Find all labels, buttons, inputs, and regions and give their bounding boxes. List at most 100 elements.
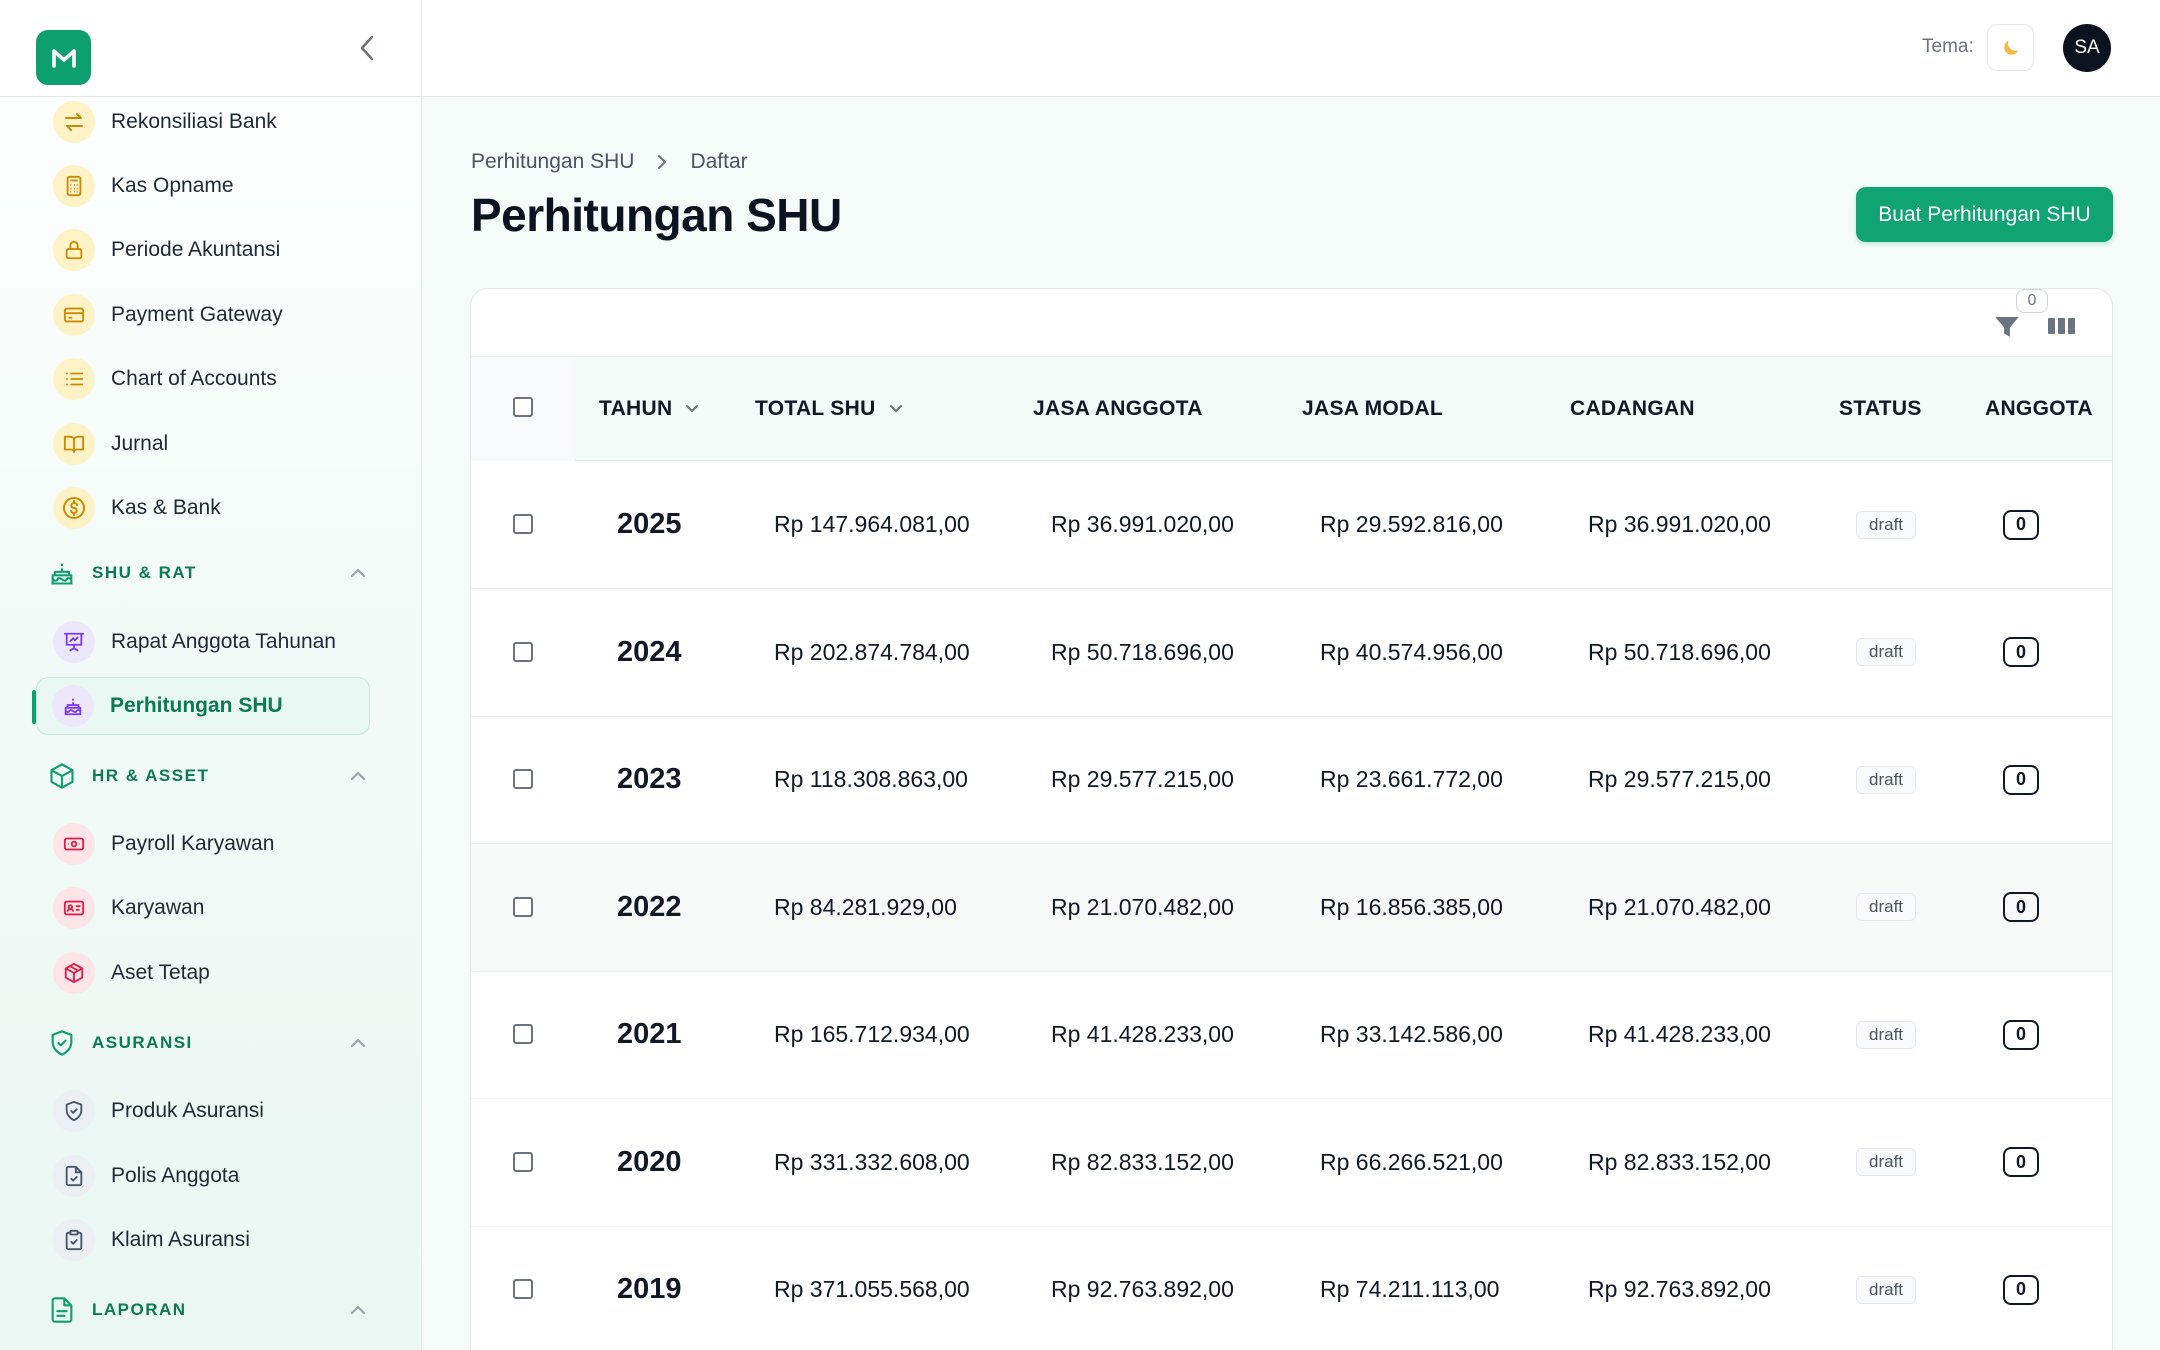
member-count-badge[interactable]: 0 [2003,1019,2039,1050]
sidebar-section-asuransi[interactable]: ASURANSI [48,1023,368,1063]
sidebar-item-kas-bank[interactable]: Kas & Bank [36,479,370,537]
member-count-badge[interactable]: 0 [2003,764,2039,795]
cell-jasa-anggota: Rp 36.991.020,00 [1051,511,1234,537]
breadcrumb-parent-link[interactable]: Perhitungan SHU [471,150,634,174]
cell-total-shu: Rp 165.712.934,00 [774,1021,970,1047]
cell-total-shu: Rp 118.308.863,00 [774,766,968,792]
package-icon [53,952,95,994]
cell-tahun: 2024 [617,635,682,668]
sidebar-item-label: Perhitungan SHU [110,694,283,717]
topbar: Tema: SA [422,0,2160,97]
create-shu-button[interactable]: Buat Perhitungan SHU [1856,187,2113,242]
theme-toggle-button[interactable] [1987,24,2034,71]
cell-tahun: 2020 [617,1145,682,1178]
sidebar-item-karyawan[interactable]: Karyawan [36,879,370,937]
table-row[interactable]: 2022 Rp 84.281.929,00 Rp 21.070.482,00 Rp 1… [471,843,2112,972]
cell-anggota: 0 [2003,971,2039,1098]
member-count-badge[interactable]: 0 [2003,1147,2039,1177]
column-header-total-shu[interactable]: TOTAL SHU [755,357,904,461]
columns-icon [2048,318,2075,334]
chevron-up-icon [350,1038,366,1048]
avatar[interactable]: SA [2063,24,2111,72]
cake-icon [52,685,94,727]
breadcrumb: Perhitungan SHU Daftar [471,150,748,174]
chevron-up-icon [350,771,366,781]
sidebar-section-hr-asset[interactable]: HR & ASSET [48,756,368,796]
select-all-checkbox[interactable] [513,397,533,417]
table-row[interactable]: 2019 Rp 371.055.568,00 Rp 92.763.892,00 Rp … [471,1226,2112,1350]
member-count-badge[interactable]: 0 [2003,509,2039,540]
row-select-checkbox[interactable] [513,514,533,534]
page-title: Perhitungan SHU [471,189,842,241]
sidebar-item-polis-anggota[interactable]: Polis Anggota [36,1147,370,1205]
sidebar-item-kas-opname[interactable]: Kas Opname [36,157,370,215]
table-row[interactable]: 2020 Rp 331.332.608,00 Rp 82.833.152,00 Rp … [471,1099,2112,1227]
member-count-badge[interactable]: 0 [2003,892,2039,922]
sidebar-item-periode-akuntansi[interactable]: Periode Akuntansi [36,221,370,279]
box-icon [50,763,74,789]
row-select-checkbox[interactable] [513,896,533,917]
row-select-checkbox[interactable] [513,1279,533,1299]
table-row[interactable]: 2025 Rp 147.964.081,00 Rp 36.991.020,00 Rp … [471,461,2112,589]
table-row[interactable]: 2024 Rp 202.874.784,00 Rp 50.718.696,00 Rp … [471,589,2112,717]
row-select-checkbox[interactable] [513,1151,533,1172]
table-row[interactable]: 2023 Rp 118.308.863,00 Rp 29.577.215,00 Rp … [471,716,2112,844]
sidebar-item-perhitungan-shu[interactable]: Perhitungan SHU [36,677,370,735]
file-check-icon [53,1155,95,1197]
banknote-icon [53,823,95,865]
cell-jasa-anggota: Rp 29.577.215,00 [1051,766,1234,792]
cell-jasa-anggota: Rp 92.763.892,00 [1051,1276,1234,1302]
presentation-icon [53,621,95,663]
sidebar-item-klaim-asuransi[interactable]: Klaim Asuransi [36,1211,370,1269]
row-select-checkbox[interactable] [513,769,533,789]
filter-icon [1995,317,2019,337]
cell-cadangan: Rp 92.763.892,00 [1588,1276,1771,1302]
arrows-exchange-icon [53,101,95,143]
status-badge: draft [1856,1020,1917,1049]
chevron-up-icon [350,568,366,578]
lock-icon [53,229,95,271]
chevron-down-icon [684,401,700,417]
sidebar-item-payment-gateway[interactable]: Payment Gateway [36,286,370,344]
member-count-badge[interactable]: 0 [2003,637,2039,667]
app-logo[interactable] [36,30,91,85]
sidebar-item-label: Rapat Anggota Tahunan [111,630,336,653]
cell-anggota: 0 [2003,589,2039,716]
column-header-jasa-anggota: JASA ANGGOTA [1033,397,1203,420]
cell-cadangan: Rp 21.070.482,00 [1588,893,1771,920]
sidebar-section-shu-rat[interactable]: SHU & RAT [48,553,368,593]
filter-count-badge: 0 [2016,289,2048,313]
dollar-circle-icon [53,487,95,529]
sidebar-item-label: Payment Gateway [111,303,283,326]
column-header-jasa-modal: JASA MODAL [1302,397,1444,420]
sidebar-item-rapat-anggota-tahunan[interactable]: Rapat Anggota Tahunan [36,613,370,671]
cell-tahun: 2025 [617,508,682,540]
cell-anggota: 0 [2003,1226,2039,1350]
sidebar-section-laporan[interactable]: LAPORAN [48,1290,368,1330]
calculator-icon [53,165,95,207]
column-header-status: STATUS [1839,397,1922,420]
filter-button[interactable] [1993,307,2023,347]
sidebar-item-label: Jurnal [111,432,169,455]
collapse-sidebar-button[interactable] [352,30,382,66]
list-icon [53,358,95,400]
sidebar: Rekonsiliasi Bank Kas Opname Periode Aku… [0,0,422,1350]
cell-anggota: 0 [2003,716,2039,843]
cell-jasa-anggota: Rp 21.070.482,00 [1051,893,1234,920]
sidebar-item-produk-asuransi[interactable]: Produk Asuransi [36,1082,370,1140]
column-header-tahun[interactable]: TAHUN [599,357,700,461]
cell-total-shu: Rp 371.055.568,00 [774,1276,970,1302]
member-count-badge[interactable]: 0 [2003,1274,2039,1305]
row-select-checkbox[interactable] [513,641,533,662]
cell-status: draft [1856,1226,1917,1350]
row-select-checkbox[interactable] [513,1024,533,1044]
sidebar-item-aset-tetap[interactable]: Aset Tetap [36,944,370,1002]
sidebar-item-payroll-karyawan[interactable]: Payroll Karyawan [36,815,370,873]
sidebar-item-rekonsiliasi-bank[interactable]: Rekonsiliasi Bank [36,93,370,151]
cell-cadangan: Rp 36.991.020,00 [1588,511,1771,537]
column-toggle-button[interactable] [2045,309,2081,343]
table-row[interactable]: 2021 Rp 165.712.934,00 Rp 41.428.233,00 Rp … [471,971,2112,1099]
sidebar-item-label: Payroll Karyawan [111,832,275,855]
sidebar-item-chart-of-accounts[interactable]: Chart of Accounts [36,350,370,408]
sidebar-item-jurnal[interactable]: Jurnal [36,415,370,473]
